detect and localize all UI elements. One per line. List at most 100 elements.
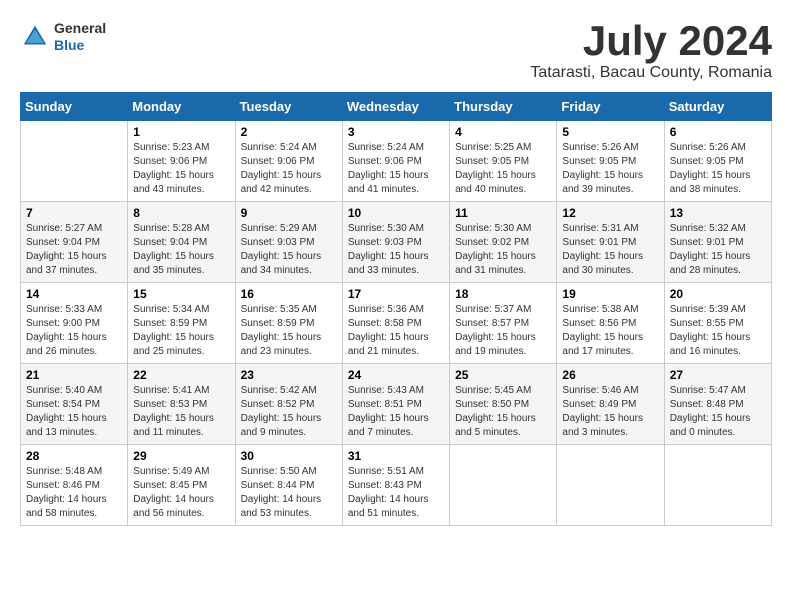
calendar-cell: 29 Sunrise: 5:49 AM Sunset: 8:45 PM Dayli… bbox=[128, 445, 235, 526]
day-number: 3 bbox=[348, 125, 444, 139]
day-number: 18 bbox=[455, 287, 551, 301]
calendar-cell: 3 Sunrise: 5:24 AM Sunset: 9:06 PM Daylig… bbox=[342, 121, 449, 202]
logo-text: General Blue bbox=[54, 20, 106, 54]
calendar-cell: 23Sunrise: 5:42 AM Sunset: 8:52 PM Dayli… bbox=[235, 364, 342, 445]
calendar-cell: 8 Sunrise: 5:28 AM Sunset: 9:04 PM Daylig… bbox=[128, 202, 235, 283]
header-wednesday: Wednesday bbox=[342, 93, 449, 121]
day-info: Sunrise: 5:37 AM Sunset: 8:57 PM Dayligh… bbox=[455, 303, 551, 359]
day-number: 11 bbox=[455, 206, 551, 220]
calendar-cell: 21Sunrise: 5:40 AM Sunset: 8:54 PM Dayli… bbox=[21, 364, 128, 445]
calendar-cell: 31Sunrise: 5:51 AM Sunset: 8:43 PM Dayli… bbox=[342, 445, 449, 526]
calendar-cell bbox=[664, 445, 771, 526]
day-info: Sunrise: 5:32 AM Sunset: 9:01 PM Dayligh… bbox=[670, 222, 766, 278]
day-number: 6 bbox=[670, 125, 766, 139]
header-saturday: Saturday bbox=[664, 93, 771, 121]
day-number: 16 bbox=[241, 287, 337, 301]
day-info: Sunrise: 5:24 AM Sunset: 9:06 PM Dayligh… bbox=[241, 141, 337, 197]
day-info: Sunrise: 5:27 AM Sunset: 9:04 PM Dayligh… bbox=[26, 222, 122, 278]
calendar-week-row: 7 Sunrise: 5:27 AM Sunset: 9:04 PM Daylig… bbox=[21, 202, 772, 283]
calendar-week-row: 14 Sunrise: 5:33 AM Sunset: 9:00 PM Dayli… bbox=[21, 283, 772, 364]
day-info: Sunrise: 5:24 AM Sunset: 9:06 PM Dayligh… bbox=[348, 141, 444, 197]
calendar-cell: 22 Sunrise: 5:41 AM Sunset: 8:53 PM Dayli… bbox=[128, 364, 235, 445]
calendar-cell: 15 Sunrise: 5:34 AM Sunset: 8:59 PM Dayli… bbox=[128, 283, 235, 364]
day-number: 30 bbox=[241, 449, 337, 463]
day-number: 13 bbox=[670, 206, 766, 220]
day-number: 20 bbox=[670, 287, 766, 301]
day-number: 10 bbox=[348, 206, 444, 220]
logo: General Blue bbox=[20, 20, 106, 54]
day-info: Sunrise: 5:28 AM Sunset: 9:04 PM Dayligh… bbox=[133, 222, 229, 278]
calendar-cell: 17 Sunrise: 5:36 AM Sunset: 8:58 PM Dayli… bbox=[342, 283, 449, 364]
day-info: Sunrise: 5:35 AM Sunset: 8:59 PM Dayligh… bbox=[241, 303, 337, 359]
day-number: 24 bbox=[348, 368, 444, 382]
day-number: 4 bbox=[455, 125, 551, 139]
location-title: Tatarasti, Bacau County, Romania bbox=[530, 64, 772, 82]
calendar-cell: 14 Sunrise: 5:33 AM Sunset: 9:00 PM Dayli… bbox=[21, 283, 128, 364]
day-info: Sunrise: 5:40 AM Sunset: 8:54 PM Dayligh… bbox=[26, 384, 122, 440]
day-info: Sunrise: 5:49 AM Sunset: 8:45 PM Dayligh… bbox=[133, 465, 229, 521]
header: General Blue July 2024 Tatarasti, Bacau … bbox=[20, 20, 772, 82]
day-info: Sunrise: 5:43 AM Sunset: 8:51 PM Dayligh… bbox=[348, 384, 444, 440]
calendar-header-row: SundayMondayTuesdayWednesdayThursdayFrid… bbox=[21, 93, 772, 121]
logo-blue: Blue bbox=[54, 37, 106, 54]
day-number: 2 bbox=[241, 125, 337, 139]
day-number: 29 bbox=[133, 449, 229, 463]
day-info: Sunrise: 5:25 AM Sunset: 9:05 PM Dayligh… bbox=[455, 141, 551, 197]
day-info: Sunrise: 5:46 AM Sunset: 8:49 PM Dayligh… bbox=[562, 384, 658, 440]
day-number: 25 bbox=[455, 368, 551, 382]
day-number: 28 bbox=[26, 449, 122, 463]
day-info: Sunrise: 5:30 AM Sunset: 9:03 PM Dayligh… bbox=[348, 222, 444, 278]
day-number: 14 bbox=[26, 287, 122, 301]
day-info: Sunrise: 5:41 AM Sunset: 8:53 PM Dayligh… bbox=[133, 384, 229, 440]
day-number: 17 bbox=[348, 287, 444, 301]
calendar-cell: 25 Sunrise: 5:45 AM Sunset: 8:50 PM Dayli… bbox=[450, 364, 557, 445]
calendar-cell: 30 Sunrise: 5:50 AM Sunset: 8:44 PM Dayli… bbox=[235, 445, 342, 526]
calendar-table: SundayMondayTuesdayWednesdayThursdayFrid… bbox=[20, 92, 772, 526]
month-year-title: July 2024 bbox=[530, 20, 772, 62]
calendar-week-row: 21Sunrise: 5:40 AM Sunset: 8:54 PM Dayli… bbox=[21, 364, 772, 445]
day-info: Sunrise: 5:31 AM Sunset: 9:01 PM Dayligh… bbox=[562, 222, 658, 278]
calendar-cell: 28 Sunrise: 5:48 AM Sunset: 8:46 PM Dayli… bbox=[21, 445, 128, 526]
calendar-cell: 20 Sunrise: 5:39 AM Sunset: 8:55 PM Dayli… bbox=[664, 283, 771, 364]
day-number: 1 bbox=[133, 125, 229, 139]
day-info: Sunrise: 5:36 AM Sunset: 8:58 PM Dayligh… bbox=[348, 303, 444, 359]
calendar-cell: 5Sunrise: 5:26 AM Sunset: 9:05 PM Daylig… bbox=[557, 121, 664, 202]
day-number: 22 bbox=[133, 368, 229, 382]
day-info: Sunrise: 5:51 AM Sunset: 8:43 PM Dayligh… bbox=[348, 465, 444, 521]
day-number: 8 bbox=[133, 206, 229, 220]
day-info: Sunrise: 5:42 AM Sunset: 8:52 PM Dayligh… bbox=[241, 384, 337, 440]
calendar-cell bbox=[450, 445, 557, 526]
day-number: 9 bbox=[241, 206, 337, 220]
calendar-cell: 13 Sunrise: 5:32 AM Sunset: 9:01 PM Dayli… bbox=[664, 202, 771, 283]
calendar-cell: 7 Sunrise: 5:27 AM Sunset: 9:04 PM Daylig… bbox=[21, 202, 128, 283]
header-sunday: Sunday bbox=[21, 93, 128, 121]
day-info: Sunrise: 5:48 AM Sunset: 8:46 PM Dayligh… bbox=[26, 465, 122, 521]
calendar-cell: 9 Sunrise: 5:29 AM Sunset: 9:03 PM Daylig… bbox=[235, 202, 342, 283]
day-info: Sunrise: 5:26 AM Sunset: 9:05 PM Dayligh… bbox=[670, 141, 766, 197]
calendar-cell: 1Sunrise: 5:23 AM Sunset: 9:06 PM Daylig… bbox=[128, 121, 235, 202]
day-number: 15 bbox=[133, 287, 229, 301]
calendar-cell bbox=[557, 445, 664, 526]
calendar-cell: 26Sunrise: 5:46 AM Sunset: 8:49 PM Dayli… bbox=[557, 364, 664, 445]
calendar-cell: 11Sunrise: 5:30 AM Sunset: 9:02 PM Dayli… bbox=[450, 202, 557, 283]
calendar-cell: 18 Sunrise: 5:37 AM Sunset: 8:57 PM Dayli… bbox=[450, 283, 557, 364]
header-monday: Monday bbox=[128, 93, 235, 121]
day-info: Sunrise: 5:39 AM Sunset: 8:55 PM Dayligh… bbox=[670, 303, 766, 359]
day-number: 27 bbox=[670, 368, 766, 382]
day-info: Sunrise: 5:34 AM Sunset: 8:59 PM Dayligh… bbox=[133, 303, 229, 359]
day-info: Sunrise: 5:29 AM Sunset: 9:03 PM Dayligh… bbox=[241, 222, 337, 278]
day-info: Sunrise: 5:47 AM Sunset: 8:48 PM Dayligh… bbox=[670, 384, 766, 440]
logo-general: General bbox=[54, 20, 106, 37]
calendar-cell: 27 Sunrise: 5:47 AM Sunset: 8:48 PM Dayli… bbox=[664, 364, 771, 445]
calendar-cell: 4 Sunrise: 5:25 AM Sunset: 9:05 PM Daylig… bbox=[450, 121, 557, 202]
day-info: Sunrise: 5:45 AM Sunset: 8:50 PM Dayligh… bbox=[455, 384, 551, 440]
day-number: 7 bbox=[26, 206, 122, 220]
day-info: Sunrise: 5:33 AM Sunset: 9:00 PM Dayligh… bbox=[26, 303, 122, 359]
day-info: Sunrise: 5:38 AM Sunset: 8:56 PM Dayligh… bbox=[562, 303, 658, 359]
calendar-cell: 19Sunrise: 5:38 AM Sunset: 8:56 PM Dayli… bbox=[557, 283, 664, 364]
calendar-week-row: 1Sunrise: 5:23 AM Sunset: 9:06 PM Daylig… bbox=[21, 121, 772, 202]
logo-icon bbox=[20, 22, 50, 52]
calendar-cell bbox=[21, 121, 128, 202]
day-info: Sunrise: 5:50 AM Sunset: 8:44 PM Dayligh… bbox=[241, 465, 337, 521]
header-thursday: Thursday bbox=[450, 93, 557, 121]
